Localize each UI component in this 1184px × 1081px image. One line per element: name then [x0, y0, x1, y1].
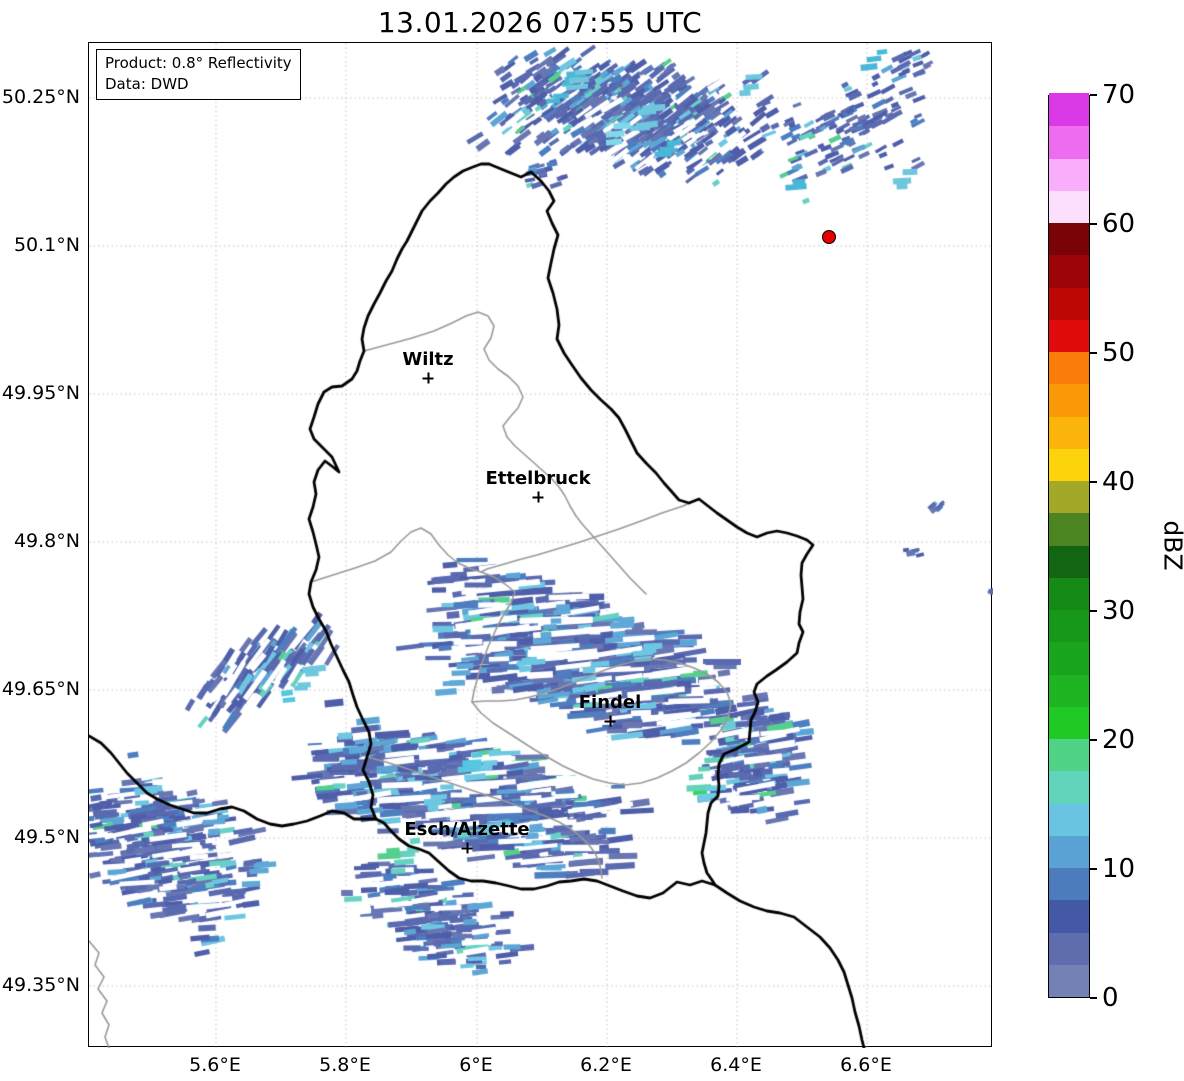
colorbar-segment	[1049, 867, 1089, 901]
colorbar-tick-mark	[1090, 610, 1097, 612]
colorbar-segment	[1049, 415, 1089, 449]
colorbar-segment	[1049, 738, 1089, 772]
colorbar-segment	[1049, 93, 1089, 127]
colorbar-segment	[1049, 512, 1089, 546]
colorbar-segment	[1049, 125, 1089, 159]
city-label: Esch/Alzette	[404, 819, 530, 840]
map-plot-area	[88, 42, 993, 1048]
city-marker-icon	[604, 715, 616, 727]
colorbar-tick-label: 10	[1102, 854, 1136, 884]
colorbar-tick-mark	[1090, 352, 1097, 354]
city-marker-icon	[532, 491, 544, 503]
y-tick-label: 50.1°N	[13, 234, 80, 256]
colorbar-segment	[1049, 383, 1089, 417]
colorbar-segment	[1049, 706, 1089, 739]
colorbar-tick-label: 60	[1102, 209, 1136, 239]
colorbar-segment	[1049, 931, 1089, 965]
colorbar-tick-mark	[1090, 481, 1097, 483]
x-tick-label: 5.8°E	[319, 1054, 371, 1076]
y-tick-label: 50.25°N	[1, 86, 80, 108]
colorbar-segment	[1049, 673, 1089, 707]
colorbar-tick-mark	[1090, 997, 1097, 999]
y-tick-label: 49.35°N	[1, 974, 80, 996]
city-label: Findel	[578, 692, 642, 713]
colorbar	[1048, 93, 1090, 998]
colorbar-segment	[1049, 802, 1089, 836]
x-tick-label: 6.4°E	[710, 1054, 762, 1076]
colorbar-segment	[1049, 770, 1089, 804]
colorbar-segment	[1049, 254, 1089, 288]
y-tick-label: 49.5°N	[13, 826, 80, 848]
colorbar-tick-label: 30	[1102, 596, 1136, 626]
product-info-box: Product: 0.8° Reflectivity Data: DWD	[96, 49, 301, 100]
colorbar-segment	[1049, 190, 1089, 223]
colorbar-segment	[1049, 319, 1089, 352]
radar-site-marker	[822, 230, 836, 244]
radar-map-window: 13.01.2026 07:55 UTC Product: 0.8° Refle…	[0, 0, 1184, 1081]
x-tick-label: 6.2°E	[580, 1054, 632, 1076]
colorbar-tick-label: 0	[1102, 983, 1119, 1013]
city-label: Ettelbruck	[485, 468, 591, 489]
colorbar-tick-mark	[1090, 868, 1097, 870]
colorbar-segment	[1049, 351, 1089, 385]
colorbar-tick-label: 20	[1102, 725, 1136, 755]
x-tick-label: 6.6°E	[840, 1054, 892, 1076]
colorbar-segment	[1049, 899, 1089, 933]
colorbar-tick-mark	[1090, 739, 1097, 741]
colorbar-tick-label: 50	[1102, 338, 1136, 368]
x-tick-label: 5.6°E	[189, 1054, 241, 1076]
colorbar-segment	[1049, 157, 1089, 191]
colorbar-segment	[1049, 609, 1089, 643]
radar-map-canvas	[89, 43, 993, 1048]
colorbar-tick-mark	[1090, 223, 1097, 225]
colorbar-segment	[1049, 835, 1089, 868]
product-info-line: Product: 0.8° Reflectivity	[105, 54, 292, 72]
colorbar-segment	[1049, 286, 1089, 320]
colorbar-segment	[1049, 448, 1089, 481]
colorbar-tick-label: 40	[1102, 467, 1136, 497]
colorbar-segment	[1049, 222, 1089, 256]
city-marker-icon	[461, 842, 473, 854]
city-label: Wiltz	[402, 349, 454, 370]
y-tick-label: 49.65°N	[1, 678, 80, 700]
y-tick-label: 49.8°N	[13, 530, 80, 552]
colorbar-tick-mark	[1090, 94, 1097, 96]
colorbar-segment	[1049, 480, 1089, 514]
colorbar-tick-label: 70	[1102, 80, 1136, 110]
colorbar-title: dBZ	[1158, 519, 1184, 571]
y-tick-label: 49.95°N	[1, 382, 80, 404]
colorbar-segment	[1049, 577, 1089, 610]
x-tick-label: 6°E	[459, 1054, 493, 1076]
colorbar-segment	[1049, 544, 1089, 578]
colorbar-segment	[1049, 641, 1089, 675]
city-marker-icon	[422, 372, 434, 384]
page-title: 13.01.2026 07:55 UTC	[377, 6, 703, 39]
data-source-line: Data: DWD	[105, 75, 189, 93]
colorbar-segment	[1049, 964, 1089, 997]
